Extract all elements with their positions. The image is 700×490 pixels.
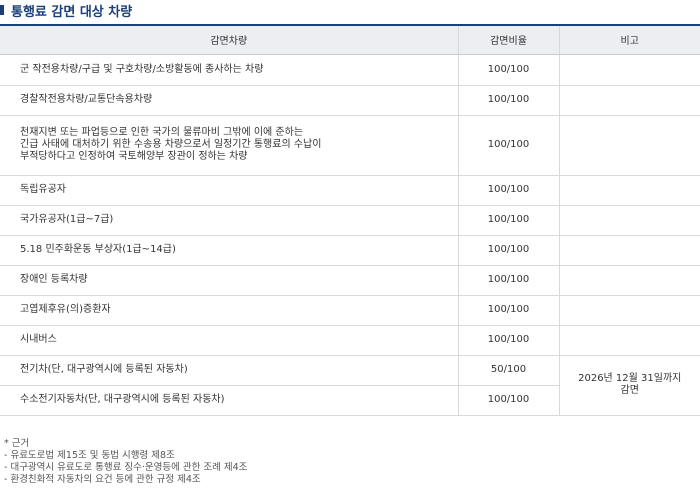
note-item: - 대구광역시 유료도로 통행료 징수·운영등에 관한 조례 제4조 [4, 462, 248, 473]
section-title-text: 통행료 감면 대상 차량 [11, 4, 133, 20]
note-cell-merged: 2026년 12월 31일까지 감면 [558, 355, 700, 416]
vehicle-cell: 고엽제후유(의)증환자 [0, 295, 458, 326]
note-cell [558, 175, 700, 206]
table-row: 전기차(단, 대구광역시에 등록된 자동차) 50/100 2026년 12월 … [0, 355, 700, 416]
rate-cell: 100/100 [457, 85, 559, 116]
table-row: 천재지변 또는 파업등으로 인한 국가의 물류마비 그밖에 이에 준하는 긴급 … [0, 115, 700, 176]
rate-cell: 100/100 [457, 265, 559, 296]
table-row: 장애인 등록차량 100/100 [0, 265, 700, 296]
discount-table: 감면차량 감면비율 비고 군 작전용차량/구급 및 구호차량/소방활동에 종사하… [0, 24, 700, 416]
table-row: 시내버스 100/100 [0, 325, 700, 356]
table-row: 고엽제후유(의)증환자 100/100 [0, 295, 700, 326]
note-cell [558, 54, 700, 86]
table-row: 군 작전용차량/구급 및 구호차량/소방활동에 종사하는 차량 100/100 [0, 54, 700, 86]
legal-basis-notes: * 근거 - 유료도로법 제15조 및 동법 시행령 제8조 - 대구광역시 유… [4, 438, 247, 486]
header-vehicle: 감면차량 [0, 24, 458, 55]
vehicle-cell: 장애인 등록차량 [0, 265, 458, 296]
note-cell [558, 235, 700, 266]
note-item: - 유료도로법 제15조 및 동법 시행령 제8조 [4, 450, 175, 461]
note-cell [558, 325, 700, 356]
note-cell [558, 295, 700, 326]
title-bullet-icon [0, 5, 4, 15]
vehicle-cell: 수소전기자동차(단, 대구광역시에 등록된 자동차) [0, 385, 458, 416]
vehicle-line: 부적당하다고 인정하여 국토해양부 장관이 정하는 차량 [20, 151, 248, 162]
vehicle-cell: 독립유공자 [0, 175, 458, 206]
note-line: 2026년 12월 31일까지 [578, 373, 682, 384]
note-line: 감면 [620, 385, 639, 396]
vehicle-cell: 5.18 민주화운동 부상자(1급~14급) [0, 235, 458, 266]
rate-cell: 100/100 [457, 295, 559, 326]
note-heading: * 근거 [4, 438, 30, 449]
table-row: 경찰작전용차량/교통단속용차량 100/100 [0, 85, 700, 116]
rate-cell: 100/100 [457, 175, 559, 206]
table-row: 국가유공자(1급~7급) 100/100 [0, 205, 700, 236]
rate-cell: 50/100 [457, 355, 559, 386]
table-row: 5.18 민주화운동 부상자(1급~14급) 100/100 [0, 235, 700, 266]
rate-cell: 100/100 [457, 325, 559, 356]
note-item: - 환경친화적 자동차의 요건 등에 관한 규정 제4조 [4, 474, 201, 485]
rate-cell: 100/100 [457, 235, 559, 266]
vehicle-line: 긴급 사태에 대처하기 위한 수송용 차량으로서 일정기간 통행료의 수납이 [20, 139, 322, 150]
table-row: 독립유공자 100/100 [0, 175, 700, 206]
note-cell [558, 205, 700, 236]
vehicle-cell: 국가유공자(1급~7급) [0, 205, 458, 236]
rate-cell: 100/100 [457, 205, 559, 236]
vehicle-cell: 군 작전용차량/구급 및 구호차량/소방활동에 종사하는 차량 [0, 54, 458, 86]
rate-cell: 100/100 [457, 115, 559, 176]
vehicle-cell: 경찰작전용차량/교통단속용차량 [0, 85, 458, 116]
table-header-row: 감면차량 감면비율 비고 [0, 24, 700, 55]
note-cell [558, 115, 700, 176]
rate-cell: 100/100 [457, 385, 559, 416]
header-rate: 감면비율 [457, 24, 559, 55]
vehicle-line: 천재지변 또는 파업등으로 인한 국가의 물류마비 그밖에 이에 준하는 [20, 127, 304, 138]
vehicle-cell: 시내버스 [0, 325, 458, 356]
note-cell [558, 265, 700, 296]
section-title: 통행료 감면 대상 차량 [0, 0, 132, 20]
header-note: 비고 [558, 24, 700, 55]
note-cell [558, 85, 700, 116]
vehicle-cell: 전기차(단, 대구광역시에 등록된 자동차) [0, 355, 458, 386]
vehicle-cell: 천재지변 또는 파업등으로 인한 국가의 물류마비 그밖에 이에 준하는 긴급 … [0, 115, 458, 176]
rate-cell: 100/100 [457, 54, 559, 86]
